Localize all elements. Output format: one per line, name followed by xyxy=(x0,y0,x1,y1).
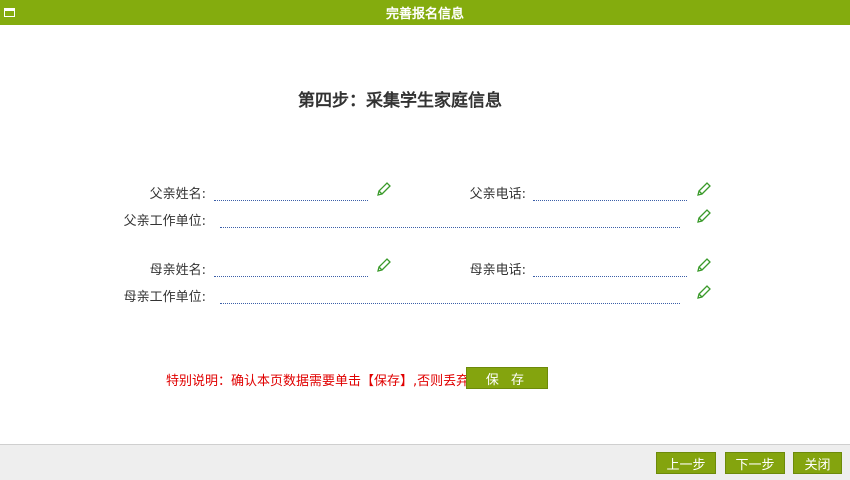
close-button[interactable]: 关闭 xyxy=(793,452,842,474)
mother-name-input[interactable] xyxy=(214,259,368,277)
pencil-icon[interactable] xyxy=(376,257,392,273)
save-button[interactable]: 保 存 xyxy=(466,367,548,389)
pencil-icon[interactable] xyxy=(696,257,712,273)
mother-phone-label: 母亲电话: xyxy=(469,263,526,278)
mother-phone-input[interactable] xyxy=(533,259,687,277)
pencil-icon[interactable] xyxy=(696,208,712,224)
pencil-icon[interactable] xyxy=(696,181,712,197)
father-name-input[interactable] xyxy=(214,183,368,201)
mother-work-input[interactable] xyxy=(220,286,680,304)
pencil-icon[interactable] xyxy=(376,181,392,197)
mother-name-label: 母亲姓名: xyxy=(149,263,206,278)
footer-bar xyxy=(0,444,850,480)
next-step-button[interactable]: 下一步 xyxy=(725,452,785,474)
prev-step-button[interactable]: 上一步 xyxy=(656,452,716,474)
father-work-label: 父亲工作单位: xyxy=(123,214,206,229)
father-phone-input[interactable] xyxy=(533,183,687,201)
father-work-input[interactable] xyxy=(220,210,680,228)
save-notice: 特别说明：确认本页数据需要单击【保存】,否则丢弃⇒ xyxy=(166,374,481,389)
window-icon xyxy=(4,8,15,17)
father-name-label: 父亲姓名: xyxy=(149,187,206,202)
window-title: 完善报名信息 xyxy=(385,7,464,22)
pencil-icon[interactable] xyxy=(696,284,712,300)
step-title: 第四步：采集学生家庭信息 xyxy=(298,91,502,111)
father-phone-label: 父亲电话: xyxy=(469,187,526,202)
mother-work-label: 母亲工作单位: xyxy=(123,290,206,305)
title-bar: 完善报名信息 xyxy=(0,0,850,25)
